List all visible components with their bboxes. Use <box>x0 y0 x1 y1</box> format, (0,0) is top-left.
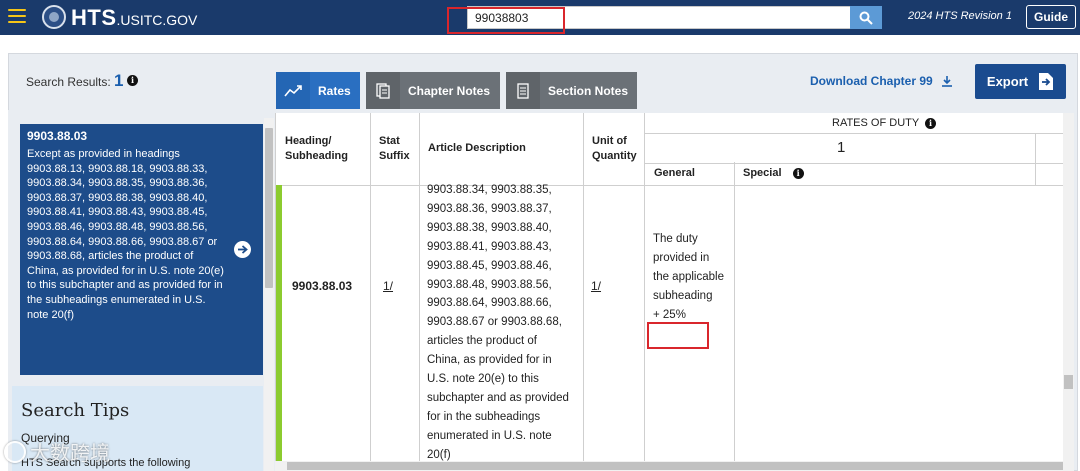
header-article-description: Article Description <box>428 142 526 154</box>
header-heading-subheading: Heading/ Subheading <box>285 135 348 162</box>
document-icon <box>506 72 540 109</box>
watermark: 大数跨境 <box>4 437 110 466</box>
download-chapter-label: Download Chapter 99 <box>810 74 933 88</box>
table-vertical-scroll-thumb[interactable] <box>1064 375 1073 389</box>
hts-revision-label: 2024 HTS Revision 1 <box>908 10 1012 22</box>
row-stat-footnote[interactable]: 1/ <box>383 279 393 293</box>
header-column-1: 1 <box>837 139 846 156</box>
sidebar-scrollbar[interactable] <box>264 118 274 471</box>
logo-main: HTS <box>71 5 117 30</box>
table-horizontal-scrollbar[interactable] <box>275 461 1063 471</box>
search-results-label: Search Results: <box>26 75 111 89</box>
search-icon <box>859 11 873 25</box>
general-rate-value: + 25% <box>653 308 686 321</box>
tab-chapter-notes-label: Chapter Notes <box>408 83 491 98</box>
sidebar-scroll-thumb[interactable] <box>265 128 273 288</box>
export-button[interactable]: Export <box>975 64 1066 99</box>
result-code: 9903.88.03 <box>27 129 88 143</box>
result-description: Except as provided in headings 9903.88.1… <box>27 148 224 321</box>
row-marker <box>276 185 282 471</box>
row-unit-footnote[interactable]: 1/ <box>591 279 601 293</box>
watermark-logo-icon <box>4 440 26 463</box>
arrow-right-icon[interactable] <box>234 241 251 258</box>
tab-chapter-notes[interactable]: Chapter Notes <box>366 72 500 109</box>
search-field[interactable] <box>467 6 851 29</box>
search-button[interactable] <box>850 6 882 29</box>
download-icon <box>941 76 952 87</box>
rates-info-icon[interactable]: i <box>925 118 937 129</box>
row-heading-code: 9903.88.03 <box>292 279 353 293</box>
tab-rates[interactable]: Rates <box>276 72 360 109</box>
guide-button[interactable]: Guide <box>1026 5 1076 29</box>
watermark-text: 大数跨境 <box>30 443 110 465</box>
header-special: Special i <box>743 166 804 181</box>
tab-section-notes[interactable]: Section Notes <box>506 72 637 109</box>
search-results-count: 1 <box>114 71 124 90</box>
search-input[interactable] <box>468 7 850 28</box>
site-logo[interactable]: HTS.USITC.GOV <box>71 5 197 31</box>
tab-rates-label: Rates <box>318 83 351 98</box>
table-horizontal-scroll-thumb[interactable] <box>287 462 1063 470</box>
search-tips-title: Search Tips <box>21 400 130 421</box>
table-vertical-scrollbar[interactable] <box>1063 113 1074 471</box>
export-label: Export <box>986 74 1029 89</box>
trend-chart-icon <box>276 72 310 109</box>
special-label: Special <box>743 167 782 179</box>
export-file-icon <box>1039 73 1054 90</box>
header-stat-suffix: Stat Suffix <box>379 135 410 162</box>
info-icon[interactable]: i <box>127 75 138 86</box>
rates-table: Heading/ Subheading Stat Suffix Article … <box>275 113 1063 471</box>
tab-section-notes-label: Section Notes <box>548 83 629 98</box>
top-navigation-bar: HTS.USITC.GOV 2024 HTS Revision 1 Guide <box>0 0 1080 35</box>
search-result-item[interactable]: 9903.88.03 Except as provided in heading… <box>20 124 263 375</box>
row-article-description: 9903.88.34, 9903.88.35, 9903.88.36, 9903… <box>427 184 569 461</box>
header-general: General <box>654 167 695 179</box>
header-rates-of-duty: RATES OF DUTY i <box>832 116 937 131</box>
logo-domain: .USITC.GOV <box>116 12 198 28</box>
download-chapter-link[interactable]: Download Chapter 99 <box>810 74 953 88</box>
documents-icon <box>366 72 400 109</box>
general-rate-text: The duty provided in the applicable subh… <box>653 233 724 302</box>
usitc-seal-icon <box>42 5 66 29</box>
row-general-rate: The duty provided in the applicable subh… <box>653 230 725 325</box>
hamburger-menu-icon[interactable] <box>8 9 26 23</box>
rates-of-duty-label: RATES OF DUTY <box>832 117 919 129</box>
header-unit-of-quantity: Unit of Quantity <box>592 135 637 162</box>
special-info-icon[interactable]: i <box>792 168 804 179</box>
